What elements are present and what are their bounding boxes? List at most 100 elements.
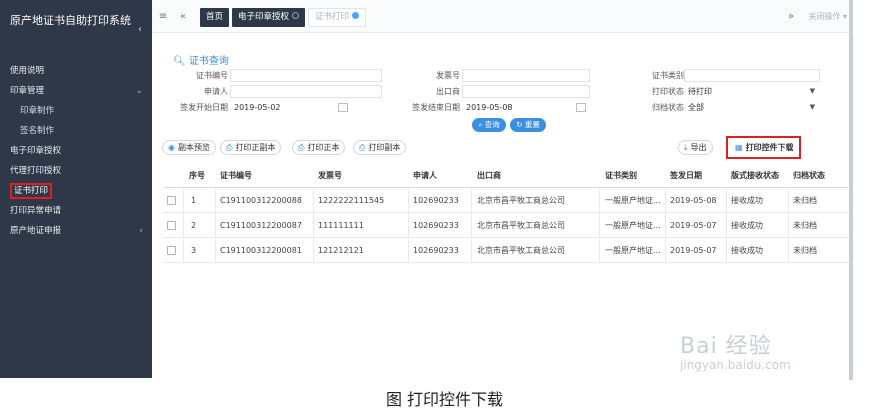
sidebar: 原产地证书自助打印系统 ‹ 使用说明 印章管理 ⌄ 印章制作 签名制作 电子印章…	[0, 0, 152, 378]
col-header: 版式接收状态	[731, 171, 779, 180]
refresh-icon: ↻	[516, 120, 523, 129]
query-title-text: 证书查询	[188, 56, 229, 67]
exporter-label: 出口商	[436, 87, 460, 96]
table-row[interactable]: 1 C191100312200088 1222222111545 1026902…	[163, 189, 849, 213]
applicant-label: 申请人	[204, 87, 228, 96]
cell: 2	[191, 221, 197, 230]
watermark: Bai 经验	[680, 334, 772, 359]
cell: 1222222111545	[318, 196, 385, 205]
print-duplicate-button[interactable]: ⎙ 打印副本	[353, 140, 407, 155]
row-checkbox[interactable]	[167, 196, 176, 205]
row-checkbox[interactable]	[167, 221, 176, 230]
sidebar-item-label: 证书打印	[10, 183, 53, 199]
end-date-input[interactable]: 2019-05-08	[462, 101, 590, 114]
table-row[interactable]: 2 C191100312200087 111111111 102690233 北…	[163, 214, 849, 238]
sidebar-item-e-seal-auth[interactable]: 电子印章授权	[0, 141, 152, 161]
search-icon: 🔍︎	[173, 56, 186, 67]
printer-icon: ⎙	[298, 143, 305, 152]
tab-e-seal-auth[interactable]: 电子印章授权	[232, 8, 306, 27]
print-original-button[interactable]: ⎙ 打印正本	[292, 140, 346, 155]
cell: 111111111	[318, 221, 364, 230]
col-header: 归档状态	[793, 171, 825, 180]
end-date-value: 2019-05-08	[466, 103, 513, 112]
table-header: 序号 证书编号 发票号 申请人 出口商 证书类别 签发日期 版式接收状态 归档状…	[163, 164, 849, 188]
sidebar-item-label: 原产地证申报	[10, 226, 62, 236]
row-checkbox[interactable]	[167, 246, 176, 255]
archive-status-label: 归档状态	[652, 103, 684, 112]
cell: 121212121	[318, 246, 364, 255]
col-header: 出口商	[477, 171, 501, 180]
sidebar-item-seal-management[interactable]: 印章管理 ⌄	[0, 81, 152, 101]
archive-status-select[interactable]: 全部 ▼	[684, 101, 820, 114]
sidebar-item-seal-make[interactable]: 印章制作	[0, 101, 152, 121]
vertical-scrollbar[interactable]	[849, 0, 853, 380]
cell: 北京市昌平牧工商总公司	[477, 246, 565, 255]
export-label: 导出	[690, 143, 707, 152]
col-header: 证书编号	[220, 171, 252, 180]
print-status-select[interactable]: 待打印 ▼	[684, 85, 820, 98]
search-button[interactable]: ⌕ 查询	[472, 118, 506, 132]
cell: 102690233	[413, 246, 459, 255]
figure-caption: 图 打印控件下载	[385, 390, 504, 409]
tab-close-icon[interactable]	[292, 12, 300, 19]
app-title[interactable]: 原产地证书自助打印系统 ‹	[0, 0, 152, 52]
download-icon: ⤓	[684, 143, 688, 152]
print-status-value: 待打印	[688, 87, 712, 96]
cell: 一般原产地证...	[605, 246, 661, 255]
cert-no-input[interactable]	[230, 69, 382, 82]
tab-cert-print[interactable]: 证书打印	[308, 8, 367, 27]
sidebar-item-origin-declare[interactable]: 原产地证申报 ‹	[0, 221, 152, 241]
highlight-box	[726, 136, 801, 159]
sidebar-item-signature-make[interactable]: 签名制作	[0, 121, 152, 141]
print-original-label: 打印正本	[307, 143, 340, 152]
cell: 一般原产地证...	[605, 196, 661, 205]
reset-button[interactable]: ↻ 重置	[510, 118, 546, 132]
cell: 接收成功	[731, 246, 763, 255]
sidebar-item-print-exception[interactable]: 打印异常申请	[0, 201, 152, 221]
cell: 接收成功	[731, 221, 763, 230]
invoice-no-label: 发票号	[436, 71, 460, 80]
applicant-input[interactable]	[230, 85, 382, 98]
cell: 3	[191, 246, 197, 255]
menu-icon[interactable]: ≡	[154, 0, 172, 33]
watermark-url: jingyan.baidu.com	[680, 358, 791, 372]
collapse-caret-icon[interactable]: ‹	[138, 22, 142, 37]
archive-status-value: 全部	[688, 103, 704, 112]
sidebar-item-label: 代理打印授权	[10, 166, 62, 176]
calendar-icon[interactable]	[338, 103, 348, 112]
search-button-label: 查询	[484, 120, 500, 129]
start-date-label: 签发开始日期	[180, 103, 228, 112]
sidebar-item-usage[interactable]: 使用说明	[0, 61, 152, 81]
printer-icon: ⎙	[226, 143, 233, 152]
cell: 2019-05-08	[670, 196, 717, 205]
sidebar-item-proxy-print-auth[interactable]: 代理打印授权	[0, 161, 152, 181]
tab-home[interactable]: 首页	[200, 8, 230, 27]
col-header: 申请人	[413, 171, 437, 180]
export-button[interactable]: ⤓ 导出	[678, 140, 713, 155]
print-status-label: 打印状态	[652, 87, 684, 96]
sidebar-item-cert-print[interactable]: 证书打印	[0, 181, 152, 201]
close-ops-dropdown[interactable]: 关闭操作 ▾	[808, 0, 847, 33]
cell: 102690233	[413, 221, 459, 230]
back-double-icon[interactable]: «	[174, 0, 192, 33]
chevron-down-icon: ⌄	[135, 86, 143, 96]
print-copy-label: 打印正副本	[235, 143, 276, 152]
exporter-input[interactable]	[462, 85, 590, 98]
cell: C191100312200081	[220, 246, 302, 255]
close-ops-label: 关闭操作	[808, 12, 841, 21]
print-duplicate-label: 打印副本	[368, 143, 401, 152]
cell: 未归档	[793, 221, 817, 230]
sidebar-item-label: 印章管理	[10, 86, 45, 96]
start-date-input[interactable]: 2019-05-02	[230, 101, 352, 114]
end-date-label: 签发结束日期	[412, 103, 460, 112]
invoice-no-input[interactable]	[462, 69, 590, 82]
tab-close-icon[interactable]	[352, 12, 360, 19]
col-header: 序号	[189, 171, 205, 180]
cert-type-input[interactable]	[684, 69, 820, 82]
cell: 未归档	[793, 246, 817, 255]
table-row[interactable]: 3 C191100312200081 121212121 102690233 北…	[163, 239, 849, 263]
calendar-icon[interactable]	[576, 103, 586, 112]
forward-double-icon[interactable]: »	[782, 0, 800, 33]
print-copy-button[interactable]: ⎙ 打印正副本	[220, 140, 282, 155]
preview-copy-button[interactable]: ◉ 副本预览	[162, 140, 216, 155]
